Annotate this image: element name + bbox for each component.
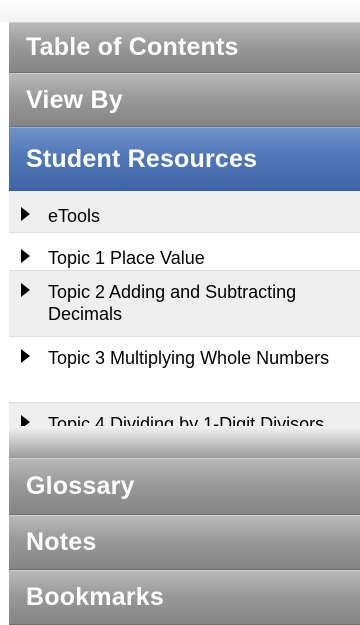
table-of-contents-label: Table of Contents — [26, 33, 239, 61]
triangle-right-icon — [21, 283, 30, 297]
glossary-header[interactable]: Glossary — [9, 458, 360, 515]
student-resources-label: Student Resources — [26, 144, 258, 173]
resource-item-etools[interactable]: eTools — [9, 191, 360, 233]
resource-label: eTools — [48, 206, 101, 226]
list-scroll-fade — [9, 426, 360, 458]
resource-item-topic-3[interactable]: Topic 3 Multiplying Whole Numbers — [9, 337, 360, 403]
resource-label: Topic 2 Adding and Subtracting Decimals — [48, 282, 297, 324]
bookmarks-header[interactable]: Bookmarks — [9, 570, 360, 625]
notes-header[interactable]: Notes — [9, 515, 360, 570]
resource-label: Topic 4 Dividing by 1-Digit Divisors — [48, 414, 325, 426]
top-strip — [0, 0, 360, 22]
resource-item-topic-1[interactable]: Topic 1 Place Value — [9, 233, 360, 271]
navigation-panel: Table of Contents View By Student Resour… — [0, 0, 360, 625]
resource-label: Topic 1 Place Value — [48, 248, 205, 268]
triangle-right-icon — [21, 249, 30, 263]
triangle-right-icon — [21, 207, 30, 221]
triangle-right-icon — [21, 415, 30, 426]
resource-item-topic-2[interactable]: Topic 2 Adding and Subtracting Decimals — [9, 271, 360, 337]
resource-label: Topic 3 Multiplying Whole Numbers — [48, 348, 330, 368]
resource-item-topic-4[interactable]: Topic 4 Dividing by 1-Digit Divisors — [9, 403, 360, 426]
notes-label: Notes — [26, 528, 97, 556]
student-resources-header[interactable]: Student Resources — [9, 127, 360, 191]
table-of-contents-header[interactable]: Table of Contents — [9, 22, 360, 73]
student-resources-list: eTools Topic 1 Place Value Topic 2 Addin… — [9, 191, 360, 426]
bookmarks-label: Bookmarks — [26, 583, 164, 611]
triangle-right-icon — [21, 349, 30, 363]
view-by-label: View By — [26, 85, 123, 114]
glossary-label: Glossary — [26, 472, 135, 500]
view-by-header[interactable]: View By — [9, 73, 360, 127]
